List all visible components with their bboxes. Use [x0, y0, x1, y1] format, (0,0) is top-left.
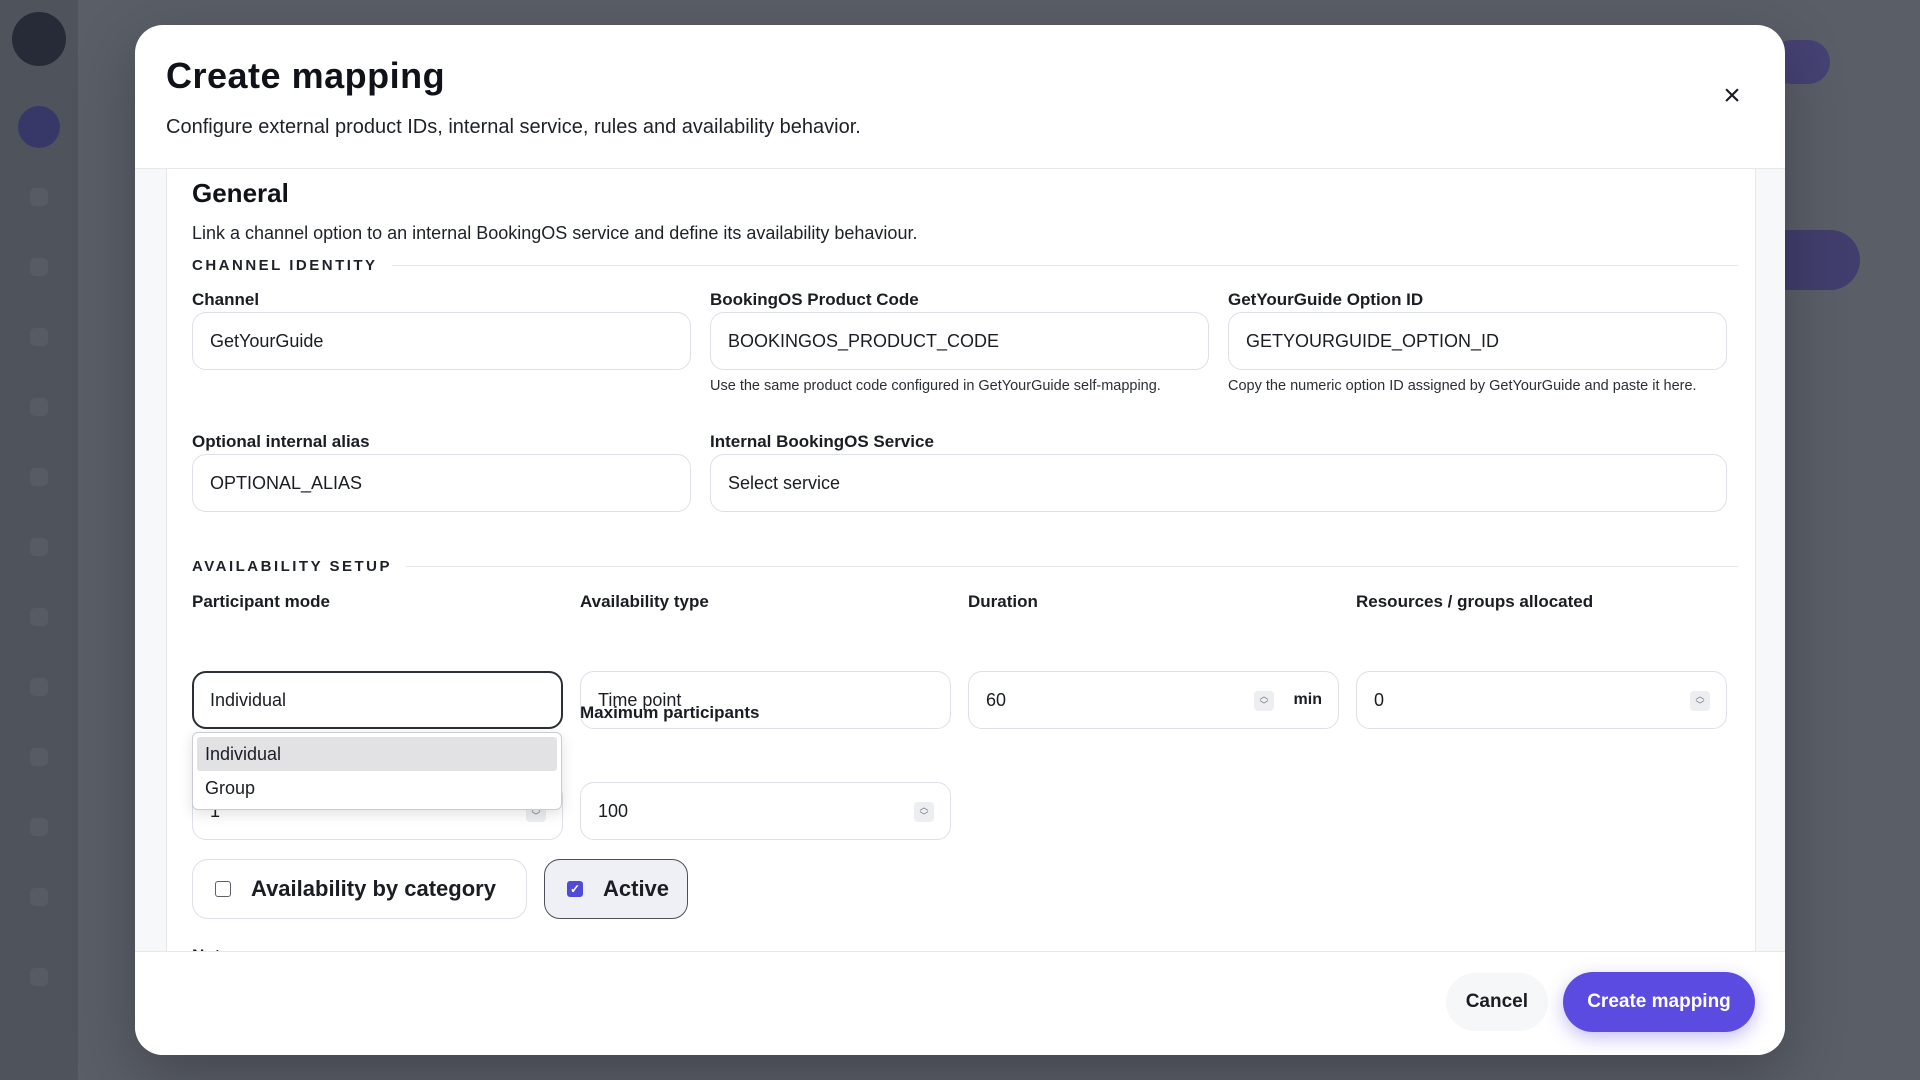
resources-input[interactable]: 0 ︿ ﹀ [1356, 671, 1727, 729]
close-icon[interactable]: × [1717, 81, 1747, 111]
service-select[interactable]: Select service [710, 454, 1727, 512]
checkbox-unchecked-icon[interactable] [215, 881, 231, 897]
max-participants-label: Maximum participants [580, 703, 760, 722]
max-participants-input[interactable]: 100 ︿ ﹀ [580, 782, 951, 840]
dialog-body[interactable]: General Link a channel option to an inte… [135, 169, 1785, 977]
chevron-down-icon: ﹀ [531, 811, 541, 821]
product-code-label: BookingOS Product Code [710, 290, 919, 309]
active-label: Active [603, 876, 670, 901]
channel-value: GetYourGuide [210, 330, 324, 351]
divider [406, 566, 1738, 567]
option-id-value: GETYOURGUIDE_OPTION_ID [1246, 330, 1500, 351]
alias-label: Optional internal alias [192, 432, 370, 451]
dialog-header: Create mapping Configure external produc… [135, 25, 1785, 169]
channel-field[interactable]: GetYourGuide [192, 312, 691, 370]
resources-stepper-icon[interactable]: ︿ ﹀ [1690, 691, 1710, 711]
dialog-title: Create mapping [166, 55, 446, 96]
availability-type-label: Availability type [580, 592, 709, 611]
availability-by-category-label: Availability by category [251, 876, 496, 901]
max-participants-stepper-icon[interactable]: ︿ ﹀ [914, 802, 934, 822]
chevron-down-icon: ﹀ [1695, 700, 1705, 710]
divider [391, 265, 1738, 266]
duration-label: Duration [968, 592, 1038, 611]
duration-unit: min [1293, 691, 1322, 708]
channel-identity-heading: CHANNEL IDENTITY [192, 257, 1738, 274]
option-id-field[interactable]: GETYOURGUIDE_OPTION_ID [1228, 312, 1727, 370]
duration-stepper-icon[interactable]: ︿ ﹀ [1254, 691, 1274, 711]
max-participants-value: 100 [598, 800, 629, 821]
option-group[interactable]: Group [197, 771, 557, 805]
general-section: General Link a channel option to an inte… [166, 169, 1756, 977]
chevron-down-icon: ﹀ [919, 811, 929, 821]
create-mapping-dialog: Create mapping Configure external produc… [135, 25, 1785, 1055]
active-toggle[interactable]: ✓ Active [544, 859, 689, 919]
participant-mode-select[interactable]: Individual [192, 671, 563, 729]
chevron-down-icon: ﹀ [1259, 700, 1269, 710]
participant-mode-value: Individual [210, 689, 287, 710]
product-code-field[interactable]: BOOKINGOS_PRODUCT_CODE [710, 312, 1209, 370]
product-code-value: BOOKINGOS_PRODUCT_CODE [728, 330, 1000, 351]
cancel-button[interactable]: Cancel [1445, 973, 1548, 1031]
resources-value: 0 [1374, 689, 1385, 710]
service-label: Internal BookingOS Service [710, 432, 934, 451]
checkmark-icon[interactable]: ✓ [567, 881, 583, 897]
availability-setup-label: AVAILABILITY SETUP [192, 558, 393, 575]
create-mapping-button[interactable]: Create mapping [1563, 972, 1755, 1032]
channel-label: Channel [192, 290, 260, 309]
service-value: Select service [728, 472, 841, 493]
duration-input[interactable]: 60 ︿ ﹀ min [968, 671, 1339, 729]
availability-setup-heading: AVAILABILITY SETUP [192, 558, 1738, 575]
dialog-subtitle: Configure external product IDs, internal… [166, 116, 861, 138]
option-id-helper: Copy the numeric option ID assigned by G… [1228, 378, 1697, 394]
duration-value: 60 [986, 689, 1007, 710]
product-code-helper: Use the same product code configured in … [710, 378, 1161, 394]
option-individual[interactable]: Individual [197, 737, 557, 771]
dialog-footer: Cancel Create mapping [135, 951, 1785, 1055]
availability-by-category-toggle[interactable]: Availability by category [192, 859, 527, 919]
resources-label: Resources / groups allocated [1356, 592, 1594, 611]
participant-mode-label: Participant mode [192, 592, 330, 611]
section-description: Link a channel option to an internal Boo… [192, 223, 918, 243]
alias-field[interactable]: OPTIONAL_ALIAS [192, 454, 691, 512]
section-title: General [192, 178, 289, 208]
channel-identity-label: CHANNEL IDENTITY [192, 257, 378, 274]
alias-value: OPTIONAL_ALIAS [210, 472, 363, 493]
option-id-label: GetYourGuide Option ID [1228, 290, 1424, 309]
participant-mode-dropdown: Individual Group [192, 732, 562, 810]
